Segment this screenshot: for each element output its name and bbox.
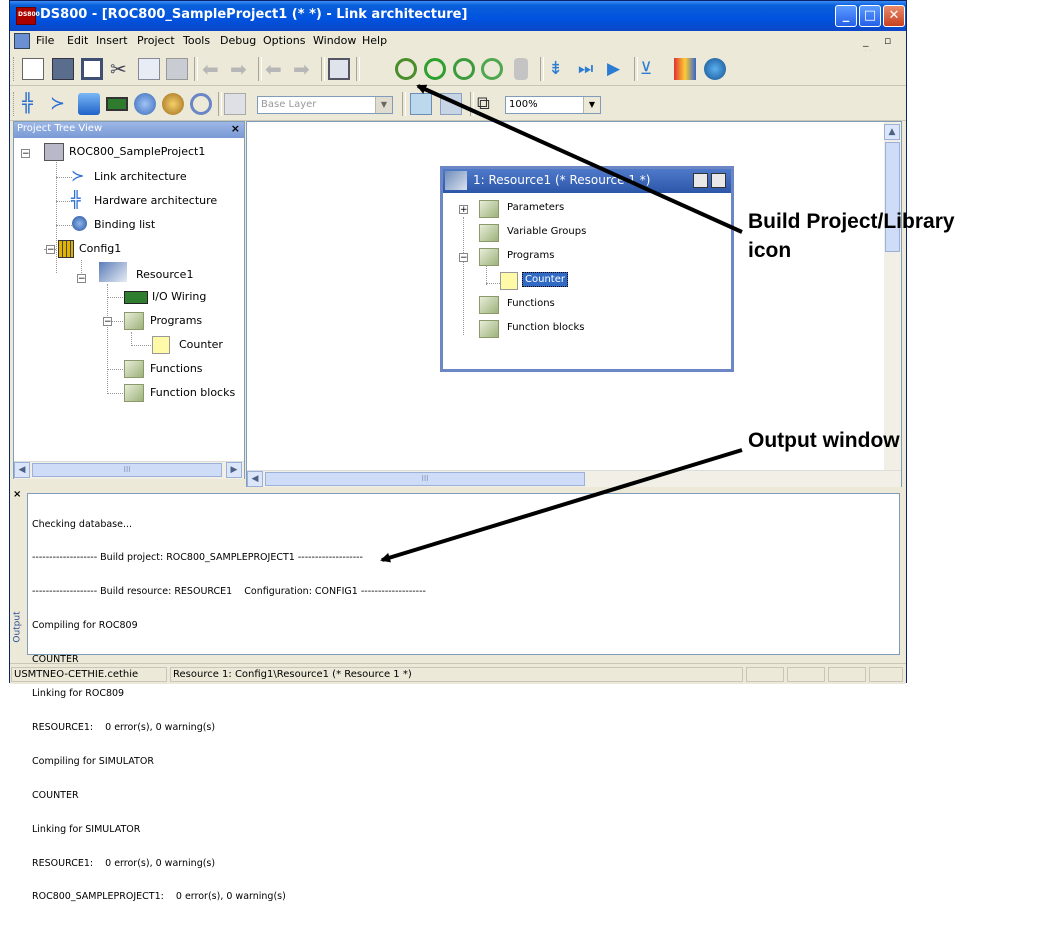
- output-line: RESOURCE1: 0 error(s), 0 warning(s): [32, 721, 216, 733]
- output-arrow: [380, 448, 743, 563]
- output-line: Linking for SIMULATOR: [32, 823, 141, 835]
- output-line: RESOURCE1: 0 error(s), 0 warning(s): [32, 857, 216, 869]
- output-line: ROC800_SAMPLEPROJECT1: 0 error(s), 0 war…: [32, 891, 286, 903]
- callout-arrows: [380, 84, 743, 563]
- output-line: COUNTER: [32, 789, 79, 801]
- build-arrow: [416, 84, 743, 234]
- output-line: Compiling for SIMULATOR: [32, 755, 154, 767]
- output-line: Linking for ROC809: [32, 688, 125, 700]
